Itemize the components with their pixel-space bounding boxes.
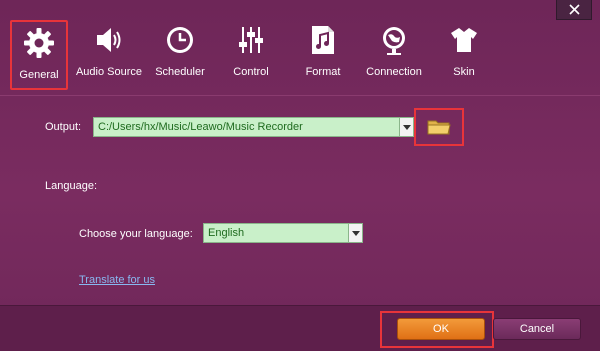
sliders-icon [231,20,271,60]
music-file-icon [303,20,343,60]
toolbar-divider [0,95,600,96]
clock-icon [160,20,200,60]
choose-language-label: Choose your language: [79,228,193,240]
tab-audio-source[interactable]: Audio Source [72,20,146,90]
output-label: Output: [45,121,82,133]
tab-skin-label: Skin [453,66,475,78]
tab-scheduler[interactable]: Scheduler [150,20,210,90]
tab-audio-source-label: Audio Source [75,66,143,78]
tab-control-label: Control [233,66,269,78]
tab-general-label: General [19,69,59,81]
tab-format[interactable]: Format [293,20,353,90]
language-select[interactable]: English [203,223,363,243]
chevron-down-icon [402,124,411,130]
speaker-icon [89,20,129,60]
folder-icon [427,120,451,135]
language-section-label: Language: [45,180,97,192]
browse-folder-button[interactable] [414,108,464,146]
tab-scheduler-label: Scheduler [155,66,205,78]
output-path-value: C:/Users/hx/Music/Leawo/Music Recorder [98,121,303,133]
tab-connection[interactable]: Connection [361,20,427,90]
ok-button[interactable]: OK [397,318,485,340]
language-value: English [208,227,245,239]
cancel-button[interactable]: Cancel [493,318,581,340]
tab-control[interactable]: Control [221,20,281,90]
tab-format-label: Format [305,66,341,78]
settings-window: General Audio Source Scheduler Control F… [0,0,600,351]
chevron-down-icon [351,230,360,236]
tab-skin[interactable]: Skin [436,20,492,90]
tab-general[interactable]: General [10,20,68,90]
shirt-icon [444,20,484,60]
translate-link[interactable]: Translate for us [79,274,155,286]
language-dropdown-button[interactable] [348,224,362,242]
tab-connection-label: Connection [366,66,422,78]
settings-toolbar: General Audio Source Scheduler Control F… [0,0,600,95]
output-path-combo[interactable]: C:/Users/hx/Music/Leawo/Music Recorder [93,117,414,137]
output-dropdown-button[interactable] [399,118,413,136]
gear-icon [19,23,59,63]
globe-icon [374,20,414,60]
